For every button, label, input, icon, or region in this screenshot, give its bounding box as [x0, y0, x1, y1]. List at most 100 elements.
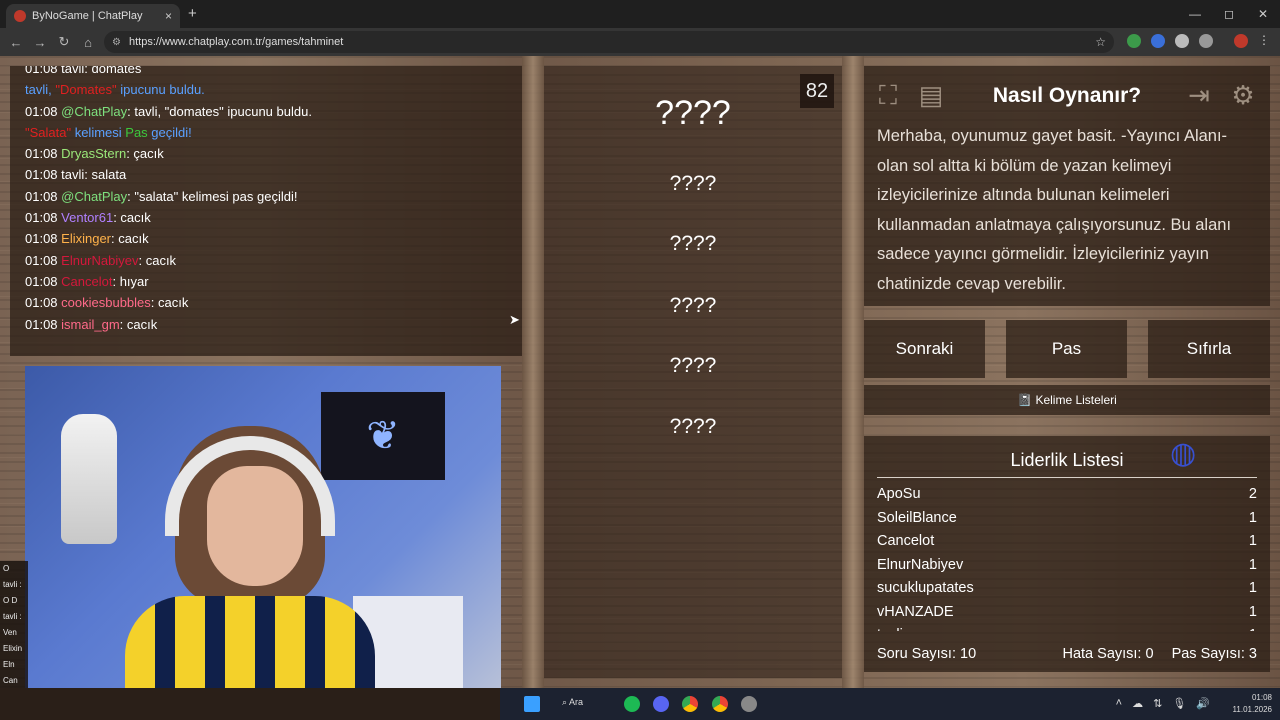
next-button[interactable]: Sonraki — [864, 320, 985, 378]
forbidden-word: ???? — [669, 415, 717, 438]
stream-chat-snippet: O — [3, 564, 10, 573]
chat-line: 01:08 ElnurNabiyev: cacık — [25, 250, 507, 271]
chat-username[interactable]: DryasStern — [61, 146, 126, 161]
site-info-icon[interactable]: ⚙ — [112, 37, 121, 48]
discord-icon[interactable] — [653, 696, 669, 712]
stream-chat-snippet: O D — [3, 596, 18, 605]
taskbar-search[interactable]: ⌕ Ara — [562, 697, 583, 708]
chat-username[interactable]: Elixinger — [61, 231, 111, 246]
browser-tab-bar: ByNoGame | ChatPlay × + — ◻ ✕ — [0, 0, 1280, 28]
chat-username[interactable]: ElnurNabiyev — [61, 253, 138, 268]
clock-date: 11.01.2026 — [1232, 705, 1272, 714]
maximize-button[interactable]: ◻ — [1212, 0, 1246, 28]
clock[interactable]: 01:08 11.01.2026 — [1233, 692, 1272, 716]
profile-avatar[interactable] — [1234, 34, 1248, 48]
stream-chat-snippet: Can — [3, 676, 18, 685]
stream-chat-snippet: Eln — [3, 660, 15, 669]
leaderboard-row: Cancelot 1 — [877, 530, 1257, 554]
chat-time: 01:08 — [25, 188, 62, 204]
chat-message: : cacık — [113, 210, 151, 226]
chat-username[interactable]: Ventor61 — [61, 210, 113, 225]
player-score: 1 — [1248, 580, 1257, 596]
extension-icon[interactable] — [1175, 34, 1189, 48]
player-name: ApoSu — [877, 486, 921, 502]
back-icon[interactable]: ← — [4, 35, 28, 50]
chat-time: 01:08 — [25, 210, 62, 226]
extensions-puzzle-icon[interactable] — [1199, 34, 1213, 48]
window-controls: — ◻ ✕ — [1178, 0, 1280, 28]
reset-button[interactable]: Sıfırla — [1148, 320, 1270, 378]
chat-message: : cacık — [119, 316, 158, 332]
chat-username[interactable]: tavli, — [25, 82, 52, 97]
home-icon[interactable]: ⌂ — [76, 35, 100, 50]
leaderboard-row: ElnurNabiyev 1 — [877, 554, 1257, 578]
chat-username[interactable]: cookiesbubbles — [61, 295, 151, 310]
start-icon[interactable] — [524, 696, 540, 712]
chat-line: 01:08 Ventor61: cacık — [25, 207, 507, 228]
stream-chat-strip: Otavli :O Dtavli :VenElixinElnCancooisma… — [0, 561, 28, 688]
minimize-button[interactable]: — — [1178, 0, 1212, 28]
chevron-up-icon[interactable]: ˄ — [1116, 697, 1122, 710]
leaderboard-row: ApoSu 2 — [877, 483, 1257, 507]
extension-icon[interactable] — [1127, 34, 1141, 48]
chat-message-part: Pas — [121, 124, 148, 140]
chat-message: : cacık — [111, 231, 149, 247]
chat-panel: 01:08 tavli: domates tavli, "Domates" ipu… — [10, 66, 522, 356]
player-name: vHANZADE — [877, 603, 954, 620]
player-score: 1 — [1248, 533, 1257, 549]
streamer — [125, 426, 375, 688]
chat-username[interactable]: "Salata" — [25, 125, 71, 140]
chrome-icon[interactable] — [712, 696, 728, 712]
chat-username[interactable]: Cancelot — [61, 274, 112, 289]
chat-message-part: geçildi! — [147, 124, 192, 140]
chat-username[interactable]: ismail_gm — [61, 317, 120, 332]
extension-icon[interactable] — [1151, 34, 1165, 48]
url-field[interactable]: ⚙ https://www.chatplay.com.tr/games/tahm… — [104, 31, 1114, 53]
wood-plank-divider — [522, 56, 544, 688]
bookmark-star-icon[interactable]: ☆ — [1095, 35, 1106, 49]
chrome-icon[interactable] — [682, 696, 698, 712]
chat-line: tavli, "Domates" ipucunu buldu. — [25, 79, 507, 100]
chat-message: : domates — [84, 66, 142, 76]
pass-button[interactable]: Pas — [1006, 320, 1127, 378]
tab-close-icon[interactable]: × — [165, 9, 172, 23]
forward-icon[interactable]: → — [28, 35, 52, 50]
chat-message: : cacık — [150, 295, 189, 311]
player-score: 1 — [1248, 603, 1257, 620]
volume-icon[interactable]: 🔊 — [1196, 697, 1210, 710]
forbidden-word: ???? — [669, 172, 717, 195]
chat-line: 01:08 @ChatPlay: tavli, "domates" ipucun… — [25, 101, 507, 122]
chat-message-part: kelimesi — [71, 124, 122, 140]
leaderboard-row: vHANZADE 1 — [877, 601, 1257, 625]
chat-username[interactable]: tavli — [61, 66, 84, 76]
chat-username[interactable]: @ChatPlay — [61, 189, 127, 204]
player-score: 2 — [1248, 486, 1257, 502]
chat-line: 01:08 cookiesbubbles: cacık — [25, 292, 507, 313]
pass-count: Pas Sayısı: 3 — [1171, 646, 1257, 662]
chat-message: : çacık — [126, 146, 164, 162]
app-icon[interactable] — [741, 696, 757, 712]
chat-line: 01:08 Elixinger: cacık — [25, 228, 507, 249]
game-page: 01:08 tavli: domates tavli, "Domates" ipu… — [0, 56, 1280, 688]
new-tab-button[interactable]: + — [188, 5, 197, 22]
exit-icon[interactable]: ⇥ — [1182, 78, 1216, 112]
menu-dots-icon[interactable]: ⋮ — [1258, 33, 1272, 47]
jersey — [125, 596, 375, 688]
browser-tab[interactable]: ByNoGame | ChatPlay × — [6, 4, 180, 28]
cloud-icon[interactable]: ☁ — [1132, 697, 1143, 710]
chat-line: 01:08 DryasStern: çacık — [25, 143, 507, 164]
player-name: ElnurNabiyev — [877, 556, 964, 573]
site-favicon-icon — [14, 10, 26, 22]
chat-username[interactable]: @ChatPlay — [61, 104, 127, 119]
mic-icon[interactable]: 🎙 — [1172, 697, 1186, 710]
network-icon[interactable]: ⇅ — [1153, 697, 1162, 710]
close-window-button[interactable]: ✕ — [1246, 0, 1280, 28]
chat-username[interactable]: tavli — [61, 167, 84, 182]
reload-icon[interactable]: ↻ — [52, 34, 76, 50]
gear-icon[interactable]: ⚙ — [1226, 78, 1260, 112]
spotify-icon[interactable] — [624, 696, 640, 712]
error-count: Hata Sayısı: 0 — [1062, 646, 1154, 662]
chat-message: : "salata" kelimesi pas geçildi! — [127, 188, 298, 204]
chat-line: 01:08 ismail_gm: cacık — [25, 314, 507, 335]
word-lists-button[interactable]: 📓 Kelime Listeleri — [864, 385, 1270, 415]
